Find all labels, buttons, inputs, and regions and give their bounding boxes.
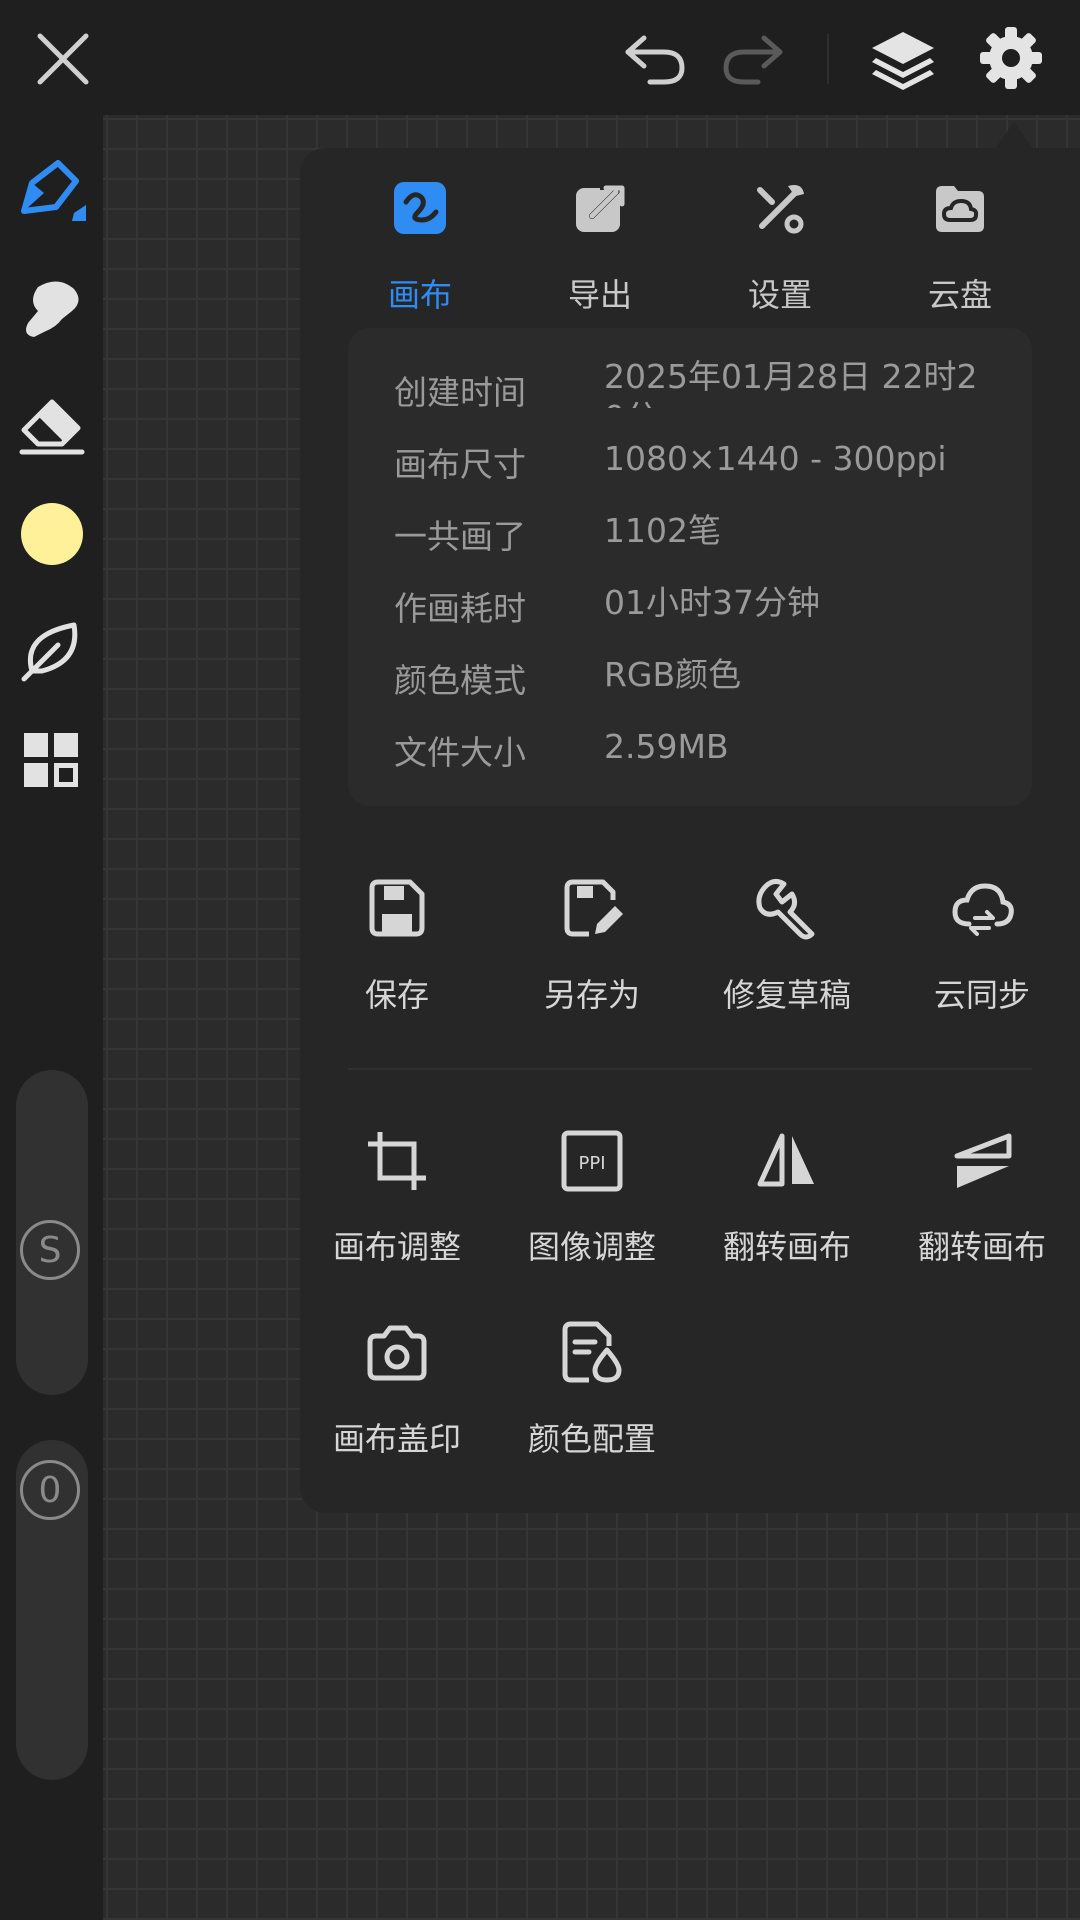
info-value: 01小时37分钟 bbox=[604, 583, 820, 622]
canvas-adjust-label: 画布调整 bbox=[332, 1228, 461, 1266]
grid-menu-icon[interactable] bbox=[18, 727, 86, 795]
brush-size-knob[interactable]: S bbox=[20, 1220, 80, 1280]
flip-vertical-icon bbox=[954, 1133, 1012, 1188]
canvas-settings-panel: 画布 导出 设置 云盘 创建时间 2025年01月28日 22时20分 bbox=[300, 148, 1080, 1513]
info-row-duration: 作画耗时 01小时37分钟 bbox=[348, 582, 1032, 652]
color-profile-icon bbox=[562, 1321, 622, 1383]
canvas-icon bbox=[394, 182, 446, 234]
color-profile-label: 颜色配置 bbox=[527, 1420, 656, 1458]
info-label: 颜色模式 bbox=[394, 661, 526, 700]
info-label: 一共画了 bbox=[394, 517, 526, 556]
flip-vertical-button[interactable]: 翻转画布 bbox=[897, 1128, 1067, 1268]
cloud-drive-icon bbox=[936, 186, 984, 232]
info-value: 2025年01月28日 22时20分 bbox=[604, 357, 978, 408]
leaf-icon[interactable] bbox=[18, 615, 86, 683]
canvas-info-card: 创建时间 2025年01月28日 22时20分 画布尺寸 1080×1440 -… bbox=[348, 328, 1032, 806]
smudge-icon[interactable] bbox=[18, 275, 86, 343]
canvas-stamp-button[interactable]: 画布盖印 bbox=[312, 1320, 482, 1460]
top-bar bbox=[0, 0, 1080, 115]
opacity-slider[interactable]: 0 bbox=[16, 1440, 88, 1780]
export-icon bbox=[576, 182, 628, 232]
cloud-sync-label: 云同步 bbox=[933, 976, 1030, 1014]
gear-icon[interactable] bbox=[978, 25, 1044, 91]
image-adjust-button[interactable]: PPI 图像调整 bbox=[507, 1128, 677, 1268]
redo-icon[interactable] bbox=[716, 28, 788, 88]
tab-canvas-label: 画布 bbox=[387, 276, 452, 314]
save-as-label: 另存为 bbox=[543, 976, 640, 1014]
pen-icon[interactable] bbox=[18, 155, 86, 223]
tab-export-label: 导出 bbox=[567, 276, 632, 314]
info-label: 画布尺寸 bbox=[394, 445, 526, 484]
image-adjust-label: 图像调整 bbox=[527, 1228, 656, 1266]
info-label: 作画耗时 bbox=[394, 589, 526, 628]
settings-tools-icon bbox=[757, 185, 804, 234]
brush-size-label: S bbox=[38, 1229, 62, 1271]
crop-icon bbox=[368, 1132, 426, 1190]
ppi-icon: PPI bbox=[561, 1130, 623, 1192]
flip-vertical-label: 翻转画布 bbox=[917, 1228, 1046, 1266]
toolbar-divider bbox=[827, 34, 829, 84]
close-icon[interactable] bbox=[30, 26, 96, 92]
opacity-label: 0 bbox=[38, 1469, 62, 1511]
color-profile-button[interactable]: 颜色配置 bbox=[507, 1320, 677, 1460]
wrench-icon bbox=[756, 878, 815, 940]
brush-size-slider[interactable]: S bbox=[16, 1070, 88, 1395]
tab-canvas[interactable]: 画布 bbox=[340, 178, 500, 314]
tab-settings-label: 设置 bbox=[747, 276, 812, 314]
info-label: 文件大小 bbox=[394, 733, 526, 772]
layers-icon[interactable] bbox=[868, 26, 938, 92]
repair-draft-button[interactable]: 修复草稿 bbox=[702, 876, 872, 1016]
ppi-icon-text: PPI bbox=[578, 1153, 605, 1174]
undo-icon[interactable] bbox=[620, 28, 692, 88]
save-as-button[interactable]: 另存为 bbox=[507, 876, 677, 1016]
info-row-color-mode: 颜色模式 RGB颜色 bbox=[348, 654, 1032, 724]
color-swatch[interactable] bbox=[18, 500, 86, 568]
camera-icon bbox=[367, 1325, 427, 1381]
tab-export[interactable]: 导出 bbox=[520, 178, 680, 314]
flip-horizontal-label: 翻转画布 bbox=[722, 1228, 851, 1266]
info-value: 2.59MB bbox=[604, 727, 729, 766]
canvas-stamp-label: 画布盖印 bbox=[332, 1420, 461, 1458]
info-label: 创建时间 bbox=[394, 373, 526, 412]
save-button[interactable]: 保存 bbox=[312, 876, 482, 1016]
tab-cloud-drive-label: 云盘 bbox=[927, 276, 992, 314]
tab-settings[interactable]: 设置 bbox=[700, 178, 860, 314]
cloud-sync-button[interactable]: 云同步 bbox=[897, 876, 1067, 1016]
panel-pointer bbox=[994, 122, 1034, 150]
info-row-size: 画布尺寸 1080×1440 - 300ppi bbox=[348, 438, 1032, 508]
opacity-knob[interactable]: 0 bbox=[20, 1460, 80, 1520]
eraser-icon[interactable] bbox=[18, 390, 86, 458]
repair-draft-label: 修复草稿 bbox=[722, 976, 851, 1014]
info-row-created: 创建时间 2025年01月28日 22时20分 bbox=[348, 356, 1032, 426]
flip-horizontal-icon bbox=[757, 1133, 814, 1187]
info-row-file-size: 文件大小 2.59MB bbox=[348, 726, 1032, 796]
save-as-icon bbox=[564, 879, 623, 937]
save-icon bbox=[369, 879, 425, 937]
info-value: 1102笔 bbox=[604, 511, 721, 550]
tab-cloud-drive[interactable]: 云盘 bbox=[880, 178, 1040, 314]
save-label: 保存 bbox=[364, 976, 429, 1014]
info-value: 1080×1440 - 300ppi bbox=[604, 439, 947, 478]
flip-horizontal-button[interactable]: 翻转画布 bbox=[702, 1128, 872, 1268]
info-value: RGB颜色 bbox=[604, 655, 742, 694]
cloud-sync-icon bbox=[952, 883, 1014, 936]
section-divider bbox=[348, 1068, 1032, 1070]
canvas-adjust-button[interactable]: 画布调整 bbox=[312, 1128, 482, 1268]
info-row-strokes: 一共画了 1102笔 bbox=[348, 510, 1032, 580]
